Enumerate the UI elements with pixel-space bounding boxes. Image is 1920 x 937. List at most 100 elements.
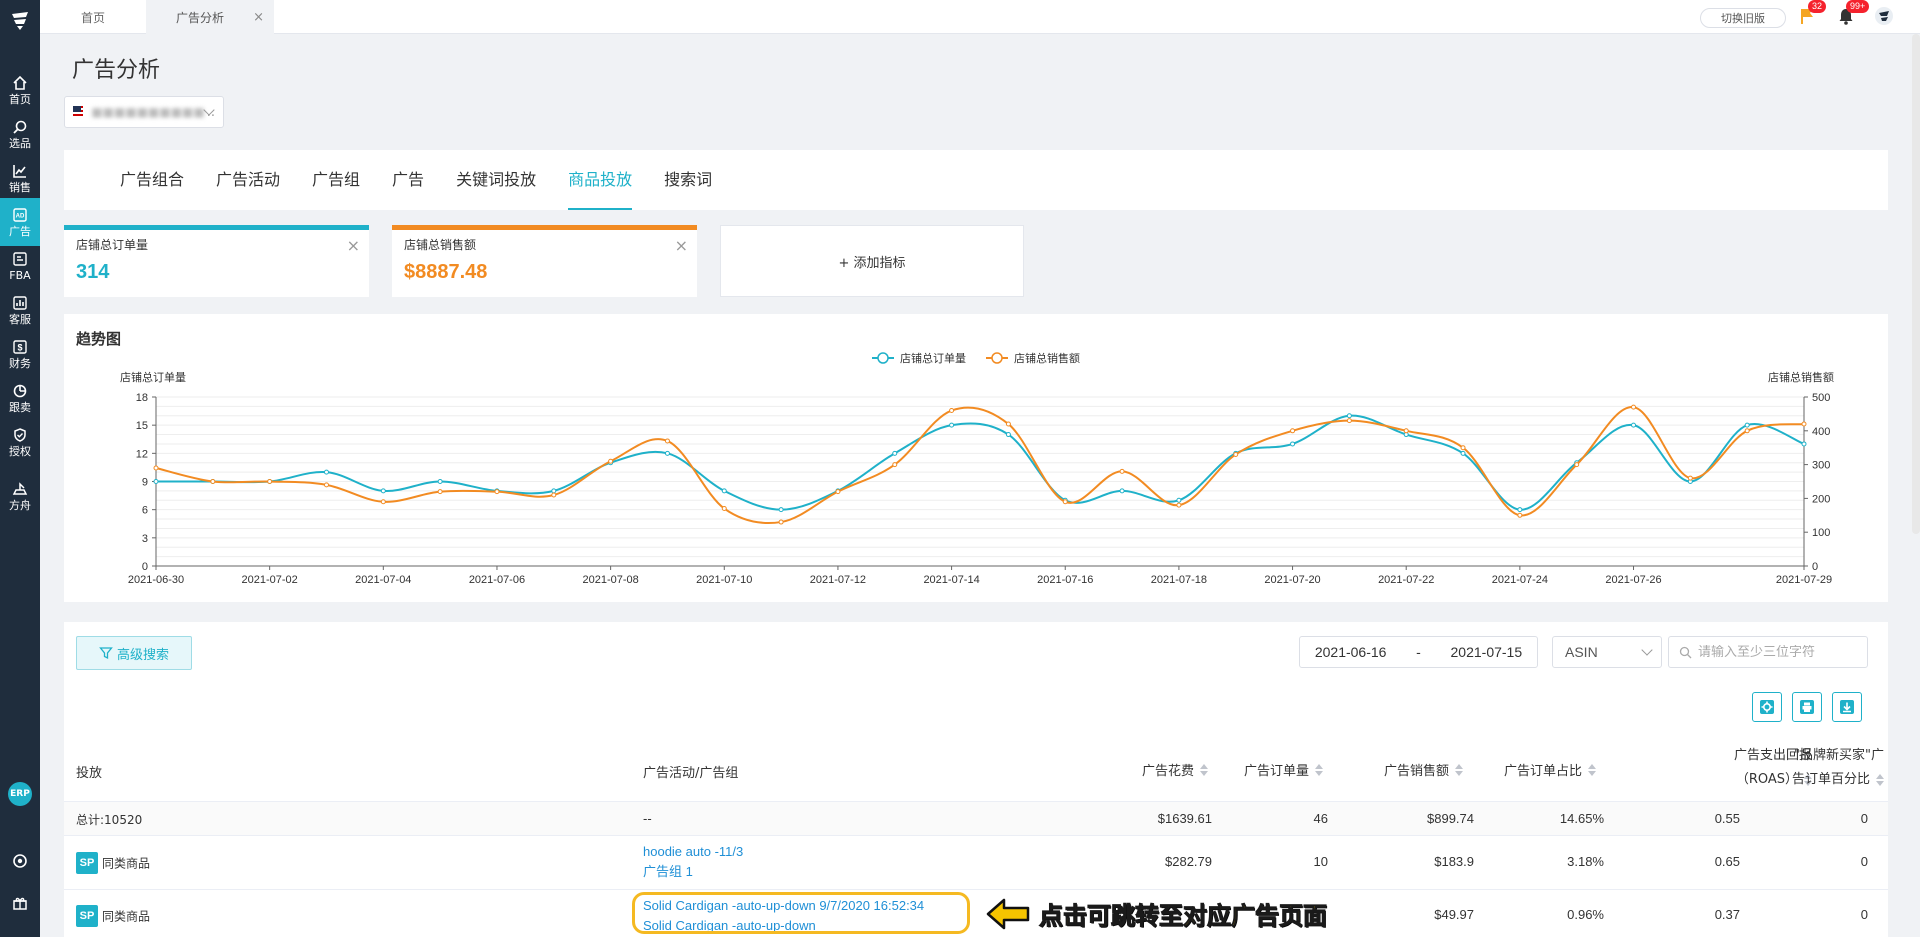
data-point (1517, 512, 1523, 518)
date-end[interactable]: 2021-07-15 (1451, 644, 1523, 660)
ad-group-link[interactable]: 广告组 1 (643, 862, 743, 882)
col-spend[interactable]: 广告花费 (1142, 760, 1209, 779)
sidebar-item-auth[interactable]: 授权 (0, 418, 40, 466)
data-point (1801, 441, 1807, 447)
type-select[interactable]: ASIN (1552, 636, 1662, 668)
close-icon[interactable]: × (347, 236, 360, 255)
sort-icon[interactable] (1315, 763, 1324, 776)
x-tick-label: 2021-07-06 (469, 574, 525, 586)
data-point (892, 450, 898, 456)
col-order-ratio-label: 广告订单占比 (1504, 764, 1583, 779)
x-tick-label: 2021-06-30 (128, 574, 184, 586)
legend-label: 店铺总销售额 (1014, 351, 1080, 365)
col-new-buyer[interactable]: "品牌新买家"广 告订单百分比 (1764, 744, 1884, 792)
sidebar-item-sales[interactable]: 销售 (0, 154, 40, 202)
sidebar-item-finance[interactable]: $ 财务 (0, 330, 40, 378)
tab-portfolio[interactable]: 广告组合 (120, 150, 184, 210)
orders-cell: 10 (1313, 854, 1328, 869)
us-flag-icon (73, 106, 84, 118)
line-chart-icon (13, 164, 26, 178)
tab-home[interactable]: 首页 (40, 0, 146, 34)
chevron-down-icon (1641, 644, 1653, 656)
col-sales[interactable]: 广告销售额 (1384, 760, 1464, 779)
tab-product-targeting[interactable]: 商品投放 (568, 150, 633, 210)
sidebar-item-follow[interactable]: 跟卖 (0, 374, 40, 422)
pie-chart-icon (13, 384, 27, 397)
total-spend: $1639.61 (1157, 811, 1212, 826)
sidebar-item-service[interactable]: 客服 (0, 286, 40, 334)
legend-item: 店铺总订单量 (872, 351, 966, 365)
x-tick-label: 2021-07-16 (1037, 574, 1093, 586)
sidebar-item-ads[interactable]: AD 广告 (0, 198, 40, 246)
sidebar-item-home[interactable]: 首页 (0, 66, 40, 114)
metric-card-orders[interactable]: 店铺总订单量 314 × (64, 225, 369, 297)
date-range-picker[interactable]: 2021-06-16 - 2021-07-15 (1299, 636, 1538, 668)
col-order-ratio[interactable]: 广告订单占比 (1504, 760, 1597, 779)
campaign-link[interactable]: hoodie auto -11/3 (643, 842, 743, 862)
data-point (1631, 404, 1637, 410)
data-point (1290, 428, 1296, 434)
sidebar-item-fba[interactable]: FBA (0, 242, 40, 290)
switch-old-version-button[interactable]: 切换旧版 (1700, 8, 1786, 28)
date-start[interactable]: 2021-06-16 (1315, 644, 1387, 660)
flag-notification[interactable]: 32 (1798, 0, 1827, 26)
roas-cell: 0.65 (1714, 854, 1740, 869)
bell-notification[interactable]: 99+ (1836, 0, 1870, 26)
sort-icon[interactable] (1876, 773, 1884, 786)
store-select[interactable]: ■■■■■■■■■■ .. (64, 96, 224, 128)
new-buyer-cell: 0 (1860, 907, 1868, 922)
target-type: 同类商品 (102, 856, 151, 871)
print-icon (1800, 700, 1814, 714)
annotation-text: 点击可跳转至对应广告页面 (1039, 902, 1328, 931)
search-input[interactable] (1698, 644, 1858, 660)
tab-ad-analysis[interactable]: 广告分析 × (146, 0, 274, 34)
support-icon[interactable] (12, 853, 28, 869)
sidebar-item-selection[interactable]: 选品 (0, 110, 40, 158)
data-point (664, 438, 670, 444)
total-new-buyer: 0 (1860, 811, 1868, 826)
sort-icon[interactable] (1455, 763, 1464, 776)
fba-icon (13, 251, 27, 266)
advanced-search-button[interactable]: 高级搜索 (76, 636, 192, 670)
col-orders[interactable]: 广告订单量 (1244, 760, 1324, 779)
target-type: 同类商品 (102, 909, 151, 924)
tab-ad[interactable]: 广告 (392, 150, 424, 210)
close-icon[interactable]: × (675, 236, 688, 255)
settings-button[interactable] (1752, 692, 1782, 722)
table-row: SP 同类商品 hoodie auto -11/3 广告组 1 $282.79 1… (64, 836, 1888, 890)
col-target: 投放 (76, 766, 103, 781)
x-tick-label: 2021-07-18 (1151, 574, 1207, 586)
tab-ad-group[interactable]: 广告组 (312, 150, 360, 210)
sort-icon[interactable] (1588, 763, 1597, 776)
tab-search-term[interactable]: 搜索词 (664, 150, 712, 210)
user-avatar[interactable] (1874, 6, 1894, 26)
data-point (608, 458, 614, 464)
type-select-value: ASIN (1565, 644, 1598, 660)
y-tick-label-left: 9 (142, 477, 148, 489)
erp-badge[interactable]: ERP (8, 782, 32, 806)
top-bar: 首页 广告分析 × 切换旧版 32 99+ (40, 0, 1920, 34)
x-tick-label: 2021-07-10 (696, 574, 752, 586)
download-icon (1840, 700, 1854, 714)
sidebar-item-ark[interactable]: 方舟 (0, 472, 40, 520)
print-button[interactable] (1792, 692, 1822, 722)
sort-icon[interactable] (1200, 763, 1209, 776)
tab-keyword-targeting[interactable]: 关键词投放 (456, 150, 536, 210)
search-icon (13, 120, 27, 134)
tab-campaign[interactable]: 广告活动 (216, 150, 280, 210)
metric-card-sales[interactable]: 店铺总销售额 $8887.48 × (392, 225, 697, 297)
metric-title: 店铺总订单量 (76, 238, 149, 252)
close-icon[interactable]: × (253, 10, 264, 25)
col-orders-label: 广告订单量 (1244, 764, 1310, 779)
add-metric-button[interactable]: + 添加指标 (720, 225, 1024, 297)
download-button[interactable] (1832, 692, 1862, 722)
x-tick-label: 2021-07-04 (355, 574, 411, 586)
logo[interactable] (0, 0, 40, 40)
scrollbar[interactable] (1912, 34, 1920, 534)
total-sales: $899.74 (1427, 811, 1474, 826)
search-box[interactable] (1668, 636, 1868, 668)
data-point (380, 488, 386, 494)
legend-marker (877, 352, 889, 364)
gift-icon[interactable] (12, 895, 28, 911)
data-point (1005, 432, 1011, 438)
